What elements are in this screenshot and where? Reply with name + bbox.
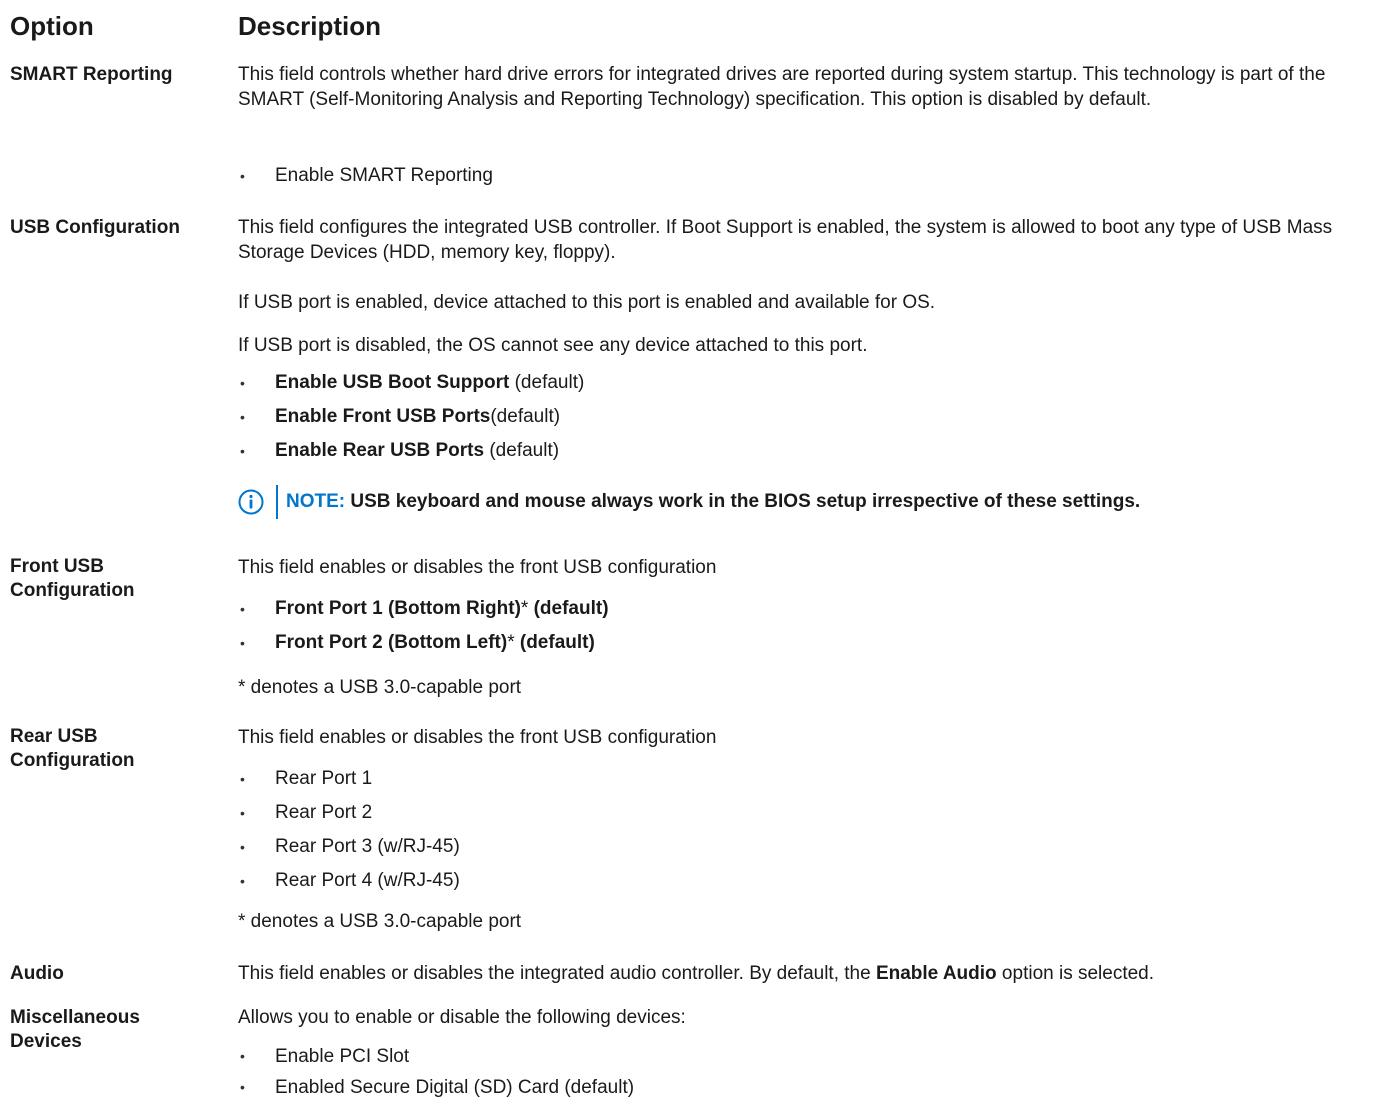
bullet-icon: •: [240, 443, 245, 459]
list-item: • Rear Port 1: [238, 762, 1383, 796]
option-line: Rear USB: [10, 726, 98, 747]
desc-audio: This field enables or disables the integ…: [238, 961, 1383, 986]
list-item-text: Enabled Secure Digital (SD) Card (defaul…: [275, 1077, 635, 1098]
bullet-icon: •: [240, 635, 245, 651]
header-description: Description: [238, 11, 382, 41]
usb-paragraph-2: If USB port is enabled, device attached …: [238, 292, 936, 313]
list-item-text: Rear Port 2: [275, 802, 373, 823]
front-list: • Front Port 1 (Bottom Right)* (default)…: [238, 592, 1383, 660]
option-usb-configuration: USB Configuration: [10, 217, 180, 238]
list-item-bold: Enable Front USB Ports: [275, 406, 491, 427]
usb-paragraph-1: This field configures the integrated USB…: [238, 217, 1333, 263]
bullet-icon: •: [240, 839, 245, 855]
list-item: • Rear Port 4 (w/RJ-45): [238, 864, 1383, 898]
smart-list: • Enable SMART Reporting: [238, 159, 1383, 193]
option-line: Front USB: [10, 556, 104, 577]
list-item: • Rear Port 3 (w/RJ-45): [238, 830, 1383, 864]
audio-text-bold: Enable Audio: [875, 963, 997, 984]
bullet-icon: •: [240, 771, 245, 787]
bullet-icon: •: [240, 1048, 245, 1064]
bullet-icon: •: [240, 1079, 245, 1095]
bullet-icon: •: [240, 873, 245, 889]
rear-paragraph: This field enables or disables the front…: [238, 727, 717, 748]
option-line: Configuration: [10, 580, 135, 601]
bullet-icon: •: [240, 375, 245, 391]
list-item: • Rear Port 2: [238, 796, 1383, 830]
usb-paragraph-2-wrap: If USB port is enabled, device attached …: [238, 290, 1383, 315]
front-paragraph: This field enables or disables the front…: [238, 557, 717, 578]
list-item: • Enable Front USB Ports(default): [238, 400, 1383, 434]
list-item: • Front Port 1 (Bottom Right)* (default): [238, 592, 1383, 626]
list-item: • Front Port 2 (Bottom Left)* (default): [238, 626, 1383, 660]
desc-front-usb: This field enables or disables the front…: [238, 555, 1383, 580]
usb-paragraph-3-wrap: If USB port is disabled, the OS cannot s…: [238, 333, 1383, 358]
list-item-bold: Front Port 2 (Bottom Left): [275, 632, 508, 653]
usb-list: • Enable USB Boot Support (default) • En…: [238, 366, 1383, 468]
rear-footnote: * denotes a USB 3.0-capable port: [238, 911, 522, 932]
misc-list: • Enable PCI Slot • Enabled Secure Digit…: [238, 1041, 1383, 1103]
usb-paragraph-3: If USB port is disabled, the OS cannot s…: [238, 335, 868, 356]
list-item-text: Rear Port 1: [275, 768, 373, 789]
bullet-icon: •: [240, 168, 245, 184]
misc-paragraph: Allows you to enable or disable the foll…: [238, 1007, 686, 1028]
note-text: NOTE: USB keyboard and mouse always work…: [286, 489, 1140, 515]
option-line: Devices: [10, 1031, 82, 1052]
header-option: Option: [10, 11, 94, 41]
list-item-text: Rear Port 3 (w/RJ-45): [275, 836, 460, 857]
note-divider: [276, 485, 278, 519]
front-footnote: * denotes a USB 3.0-capable port: [238, 677, 522, 698]
desc-usb-configuration: This field configures the integrated USB…: [238, 215, 1383, 265]
option-rear-usb-configuration: Rear USB Configuration: [10, 725, 225, 773]
audio-text-after: option is selected.: [996, 963, 1155, 984]
option-line: Configuration: [10, 750, 135, 771]
list-item-rest: (default): [509, 372, 585, 393]
list-item: • Enable SMART Reporting: [238, 159, 1383, 193]
list-item-tail: (default): [528, 598, 609, 619]
list-item-rest: (default): [490, 406, 561, 427]
desc-smart-reporting: This field controls whether hard drive e…: [238, 62, 1383, 112]
option-smart-reporting: SMART Reporting: [10, 64, 173, 85]
list-item-rest: (default): [484, 440, 560, 461]
list-item: • Enable Rear USB Ports (default): [238, 434, 1383, 468]
list-item-text: Enable PCI Slot: [275, 1046, 410, 1067]
list-item-bold: Enable Rear USB Ports: [275, 440, 485, 461]
note-body: USB keyboard and mouse always work in th…: [345, 491, 1141, 512]
rear-list: • Rear Port 1 • Rear Port 2 • Rear Port …: [238, 762, 1383, 898]
list-item-bold: Front Port 1 (Bottom Right): [275, 598, 521, 619]
list-item-text: Rear Port 4 (w/RJ-45): [275, 870, 460, 891]
bullet-icon: •: [240, 805, 245, 821]
list-item-star: *: [507, 632, 515, 653]
option-miscellaneous-devices: Miscellaneous Devices: [10, 1006, 225, 1054]
smart-paragraph: This field controls whether hard drive e…: [238, 64, 1326, 110]
option-audio: Audio: [10, 963, 64, 984]
bullet-icon: •: [240, 409, 245, 425]
list-item-bold: Enable USB Boot Support: [275, 372, 510, 393]
list-item: • Enable USB Boot Support (default): [238, 366, 1383, 400]
list-item-text: Enable SMART Reporting: [275, 165, 493, 186]
desc-rear-usb: This field enables or disables the front…: [238, 725, 1383, 750]
rear-footnote-wrap: * denotes a USB 3.0-capable port: [238, 909, 1383, 934]
list-item: • Enable PCI Slot: [238, 1041, 1383, 1072]
audio-paragraph: This field enables or disables the integ…: [238, 961, 1383, 986]
option-front-usb-configuration: Front USB Configuration: [10, 555, 225, 603]
audio-text-before: This field enables or disables the integ…: [238, 963, 876, 984]
info-circle-icon: [238, 489, 264, 515]
bullet-icon: •: [240, 601, 245, 617]
list-item-tail: (default): [514, 632, 595, 653]
list-item: • Enabled Secure Digital (SD) Card (defa…: [238, 1072, 1383, 1103]
desc-misc: Allows you to enable or disable the foll…: [238, 1005, 1383, 1030]
option-line: Miscellaneous: [10, 1007, 140, 1028]
note-block: NOTE: USB keyboard and mouse always work…: [238, 485, 1378, 519]
note-label: NOTE:: [286, 491, 346, 512]
front-footnote-wrap: * denotes a USB 3.0-capable port: [238, 675, 1383, 700]
